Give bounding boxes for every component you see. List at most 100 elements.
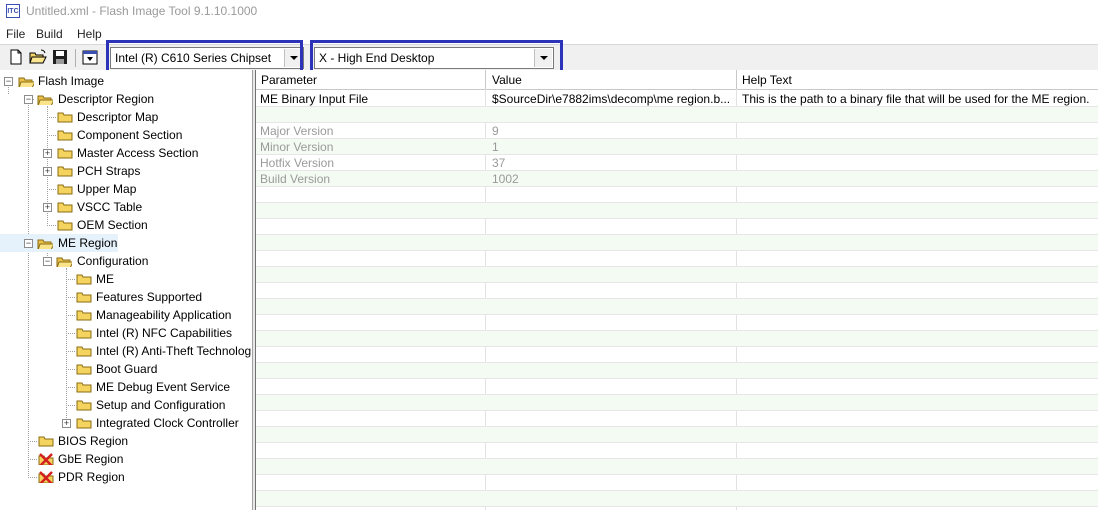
open-folder-icon[interactable] [29, 48, 47, 66]
tree-node-label: Boot Guard [96, 362, 158, 376]
empty-row [256, 235, 1098, 251]
tree-node-label: Manageability Application [96, 308, 232, 322]
tree-node-label: Intel (R) NFC Capabilities [96, 326, 233, 340]
menu-help[interactable]: Help [77, 27, 102, 41]
empty-row [256, 347, 1098, 363]
property-grid[interactable]: Parameter Value Help Text ME Binary Inpu… [256, 70, 1098, 510]
folder-icon [76, 382, 92, 393]
tree-node-label: PDR Region [58, 470, 125, 484]
cell-parameter: Major Version [260, 124, 334, 138]
cell-parameter: Minor Version [260, 140, 334, 154]
empty-row [256, 491, 1098, 507]
tree-node-label: OEM Section [77, 218, 148, 232]
tree-node-label: ME Region [58, 236, 118, 250]
folder-icon [57, 184, 73, 195]
toolbar-separator [75, 49, 76, 67]
empty-row [256, 251, 1098, 267]
tree-node-label: ME Debug Event Service [96, 380, 231, 394]
tree-view[interactable]: − Flash Image − Descriptor Region Descri… [0, 70, 252, 510]
folder-icon [76, 346, 92, 357]
folder-icon [76, 364, 92, 375]
empty-row [256, 283, 1098, 299]
cell-value: 1002 [492, 172, 519, 186]
open-folder-icon [56, 257, 72, 267]
tree-node-label: Master Access Section [77, 146, 199, 160]
cell-parameter: ME Binary Input File [260, 92, 369, 106]
empty-row [256, 443, 1098, 459]
collapse-toggle-icon[interactable]: − [4, 77, 13, 86]
folder-icon [76, 310, 92, 321]
table-row[interactable]: ME Binary Input File $SourceDir\e7882ims… [256, 91, 1098, 107]
table-row[interactable]: Hotfix Version 37 [256, 155, 1098, 171]
folder-icon [57, 202, 73, 213]
disabled-folder-icon [38, 453, 54, 465]
empty-row [256, 475, 1098, 491]
tree-node-label: Component Section [77, 128, 183, 142]
table-row[interactable]: Major Version 9 [256, 123, 1098, 139]
tree-node-label: ME [96, 272, 114, 286]
folder-icon [76, 292, 92, 303]
tree-node-label: Upper Map [77, 182, 137, 196]
tree-node-label: Setup and Configuration [96, 398, 226, 412]
folder-icon [76, 328, 92, 339]
cell-value: 9 [492, 124, 499, 138]
expand-toggle-icon[interactable]: + [43, 149, 52, 158]
empty-row [256, 427, 1098, 443]
empty-row [256, 411, 1098, 427]
expand-toggle-icon[interactable]: + [62, 419, 71, 428]
table-row[interactable]: Build Version 1002 [256, 171, 1098, 187]
cell-help-text: This is the path to a binary file that w… [742, 92, 1090, 106]
column-header-parameter[interactable]: Parameter [261, 73, 317, 87]
build-image-icon[interactable] [81, 48, 99, 66]
empty-row [256, 267, 1098, 283]
save-icon[interactable] [51, 48, 69, 66]
cell-value: 37 [492, 156, 506, 170]
tree-node-label: VSCC Table [77, 200, 143, 214]
open-folder-icon [37, 95, 53, 105]
empty-row [256, 187, 1098, 203]
tree-node-label: Intel (R) Anti-Theft Technolog [96, 344, 252, 358]
empty-row [256, 395, 1098, 411]
folder-icon [76, 418, 92, 429]
app-icon: ITC [6, 4, 20, 18]
folder-icon [57, 148, 73, 159]
empty-row [256, 331, 1098, 347]
tree-node-label: PCH Straps [77, 164, 141, 178]
empty-row [256, 315, 1098, 331]
empty-row [256, 379, 1098, 395]
column-header-help-text[interactable]: Help Text [742, 73, 792, 87]
table-row[interactable] [256, 107, 1098, 123]
expand-toggle-icon[interactable]: + [43, 167, 52, 176]
empty-row [256, 459, 1098, 475]
new-file-icon[interactable] [7, 48, 25, 66]
window-title: Untitled.xml - Flash Image Tool 9.1.10.1… [26, 4, 258, 18]
open-folder-icon [18, 77, 34, 87]
disabled-folder-icon [38, 471, 54, 483]
tree-node-me-region[interactable]: − ME Region [0, 234, 118, 252]
expand-toggle-icon[interactable]: + [43, 203, 52, 212]
empty-row [256, 363, 1098, 379]
cell-parameter: Build Version [260, 172, 331, 186]
collapse-toggle-icon[interactable]: − [24, 95, 33, 104]
folder-icon [57, 166, 73, 177]
column-header-value[interactable]: Value [492, 73, 522, 87]
tree-node-label: Descriptor Region [58, 92, 155, 106]
folder-icon [57, 112, 73, 123]
title-bar: ITC Untitled.xml - Flash Image Tool 9.1.… [0, 0, 1098, 24]
grid-header: Parameter Value Help Text [256, 70, 1098, 90]
cell-value[interactable]: $SourceDir\e7882ims\decomp\me region.b..… [492, 92, 732, 106]
table-row[interactable]: Minor Version 1 [256, 139, 1098, 155]
empty-row [256, 219, 1098, 235]
collapse-toggle-icon[interactable]: − [24, 239, 33, 248]
folder-icon [76, 400, 92, 411]
tree-node-label: GbE Region [58, 452, 124, 466]
cell-parameter: Hotfix Version [260, 156, 335, 170]
collapse-toggle-icon[interactable]: − [43, 257, 52, 266]
tree-node-label: Integrated Clock Controller [96, 416, 239, 430]
empty-row [256, 203, 1098, 219]
open-folder-icon [37, 239, 53, 249]
folder-icon [76, 274, 92, 285]
menu-file[interactable]: File [6, 27, 25, 41]
tree-node-label: Descriptor Map [77, 110, 159, 124]
menu-build[interactable]: Build [36, 27, 63, 41]
